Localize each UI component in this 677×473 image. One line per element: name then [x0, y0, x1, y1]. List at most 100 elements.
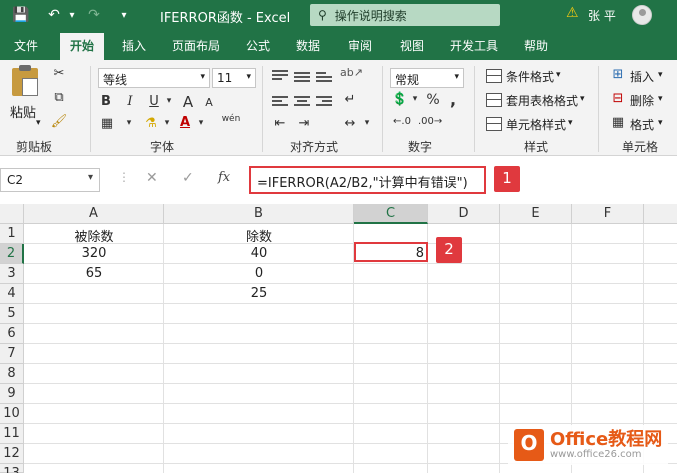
- orientation-icon[interactable]: ab↗: [340, 66, 363, 79]
- shrink-font-button[interactable]: A: [202, 96, 216, 109]
- column-header-b[interactable]: B: [164, 204, 354, 224]
- align-left-icon[interactable]: [272, 96, 288, 110]
- user-name[interactable]: 张 平: [588, 7, 616, 24]
- number-format-select[interactable]: 常规 ▾: [390, 68, 464, 88]
- comma-style-button[interactable]: ,: [446, 90, 460, 109]
- name-box-dropdown-icon[interactable]: ▾: [88, 172, 93, 183]
- accounting-format-icon[interactable]: 💲: [390, 92, 410, 107]
- paste-dropdown-icon[interactable]: ▾: [36, 118, 41, 128]
- row-header[interactable]: 12: [0, 444, 24, 464]
- row-header[interactable]: 9: [0, 384, 24, 404]
- font-size-select[interactable]: 11 ▾: [212, 68, 256, 88]
- chevron-down-icon[interactable]: ▾: [658, 118, 663, 128]
- column-header-c[interactable]: C: [354, 204, 428, 224]
- font-color-button[interactable]: A: [176, 115, 194, 130]
- increase-decimal-icon[interactable]: ←.0: [390, 116, 414, 127]
- tab-insert[interactable]: 插入: [122, 37, 146, 54]
- borders-dropdown-icon[interactable]: ▾: [124, 118, 134, 128]
- cell-b1[interactable]: 除数: [164, 224, 354, 245]
- cell-styles-button[interactable]: 单元格样式: [506, 116, 566, 133]
- tab-file[interactable]: 文件: [14, 37, 38, 54]
- save-icon[interactable]: 💾: [12, 6, 30, 24]
- tab-page-layout[interactable]: 页面布局: [172, 37, 220, 54]
- row-header[interactable]: 1: [0, 224, 24, 244]
- underline-dropdown-icon[interactable]: ▾: [164, 96, 174, 106]
- formula-input[interactable]: =IFERROR(A2/B2,"计算中有错误"): [249, 166, 486, 194]
- insert-function-button[interactable]: fx: [218, 170, 230, 185]
- insert-cells-button[interactable]: 插入: [630, 68, 654, 85]
- customize-toolbar-icon[interactable]: ▾: [118, 6, 130, 24]
- tab-data[interactable]: 数据: [296, 37, 320, 54]
- wrap-text-icon[interactable]: ↵: [340, 92, 360, 107]
- underline-button[interactable]: U: [146, 94, 162, 109]
- tab-developer[interactable]: 开发工具: [450, 37, 498, 54]
- tab-view[interactable]: 视图: [400, 37, 424, 54]
- column-header-e[interactable]: E: [500, 204, 572, 224]
- paste-button[interactable]: 粘贴: [10, 102, 36, 121]
- chevron-down-icon[interactable]: ▾: [568, 118, 573, 128]
- cell-a2[interactable]: 320: [24, 244, 164, 264]
- chevron-down-icon[interactable]: ▾: [556, 70, 561, 80]
- row-header[interactable]: 6: [0, 324, 24, 344]
- cell-a3[interactable]: 65: [24, 264, 164, 284]
- decrease-decimal-icon[interactable]: .00→: [418, 116, 442, 127]
- format-cells-button[interactable]: 格式: [630, 116, 654, 133]
- tell-me-search[interactable]: ⚲ 操作说明搜索: [310, 4, 500, 26]
- warning-icon[interactable]: ⚠: [566, 5, 579, 21]
- row-header[interactable]: 7: [0, 344, 24, 364]
- align-right-icon[interactable]: [316, 96, 332, 110]
- decrease-indent-icon[interactable]: ⇤: [270, 116, 290, 131]
- column-header-a[interactable]: A: [24, 204, 164, 224]
- copy-icon[interactable]: ⧉: [50, 90, 68, 105]
- cut-icon[interactable]: ✂: [50, 66, 68, 81]
- cell-b3[interactable]: 0: [164, 264, 354, 284]
- column-header-f[interactable]: F: [572, 204, 644, 224]
- format-painter-icon[interactable]: 🖌: [50, 114, 68, 129]
- name-box[interactable]: C2: [0, 168, 100, 192]
- cell-a1[interactable]: 被除数: [24, 224, 164, 245]
- chevron-down-icon[interactable]: ▾: [580, 94, 585, 104]
- tab-home[interactable]: 开始: [60, 33, 105, 60]
- row-header[interactable]: 5: [0, 304, 24, 324]
- fill-color-dropdown-icon[interactable]: ▾: [162, 118, 172, 128]
- tab-help[interactable]: 帮助: [524, 37, 548, 54]
- italic-button[interactable]: I: [122, 94, 138, 109]
- merge-dropdown-icon[interactable]: ▾: [362, 118, 372, 128]
- row-header[interactable]: 3: [0, 264, 24, 284]
- align-center-icon[interactable]: [294, 96, 310, 110]
- conditional-format-button[interactable]: 条件格式: [506, 68, 554, 85]
- top-align-icon[interactable]: [272, 70, 288, 84]
- accounting-dropdown-icon[interactable]: ▾: [410, 94, 420, 104]
- format-as-table-button[interactable]: 套用表格格式: [506, 92, 578, 109]
- bottom-align-icon[interactable]: [316, 72, 332, 86]
- cell-b4[interactable]: 25: [164, 284, 354, 304]
- paste-icon[interactable]: [12, 65, 38, 96]
- redo-icon[interactable]: ↷: [84, 6, 104, 24]
- percent-style-button[interactable]: %: [424, 92, 442, 108]
- merge-center-icon[interactable]: ↔: [340, 116, 360, 131]
- cancel-formula-button[interactable]: ✕: [146, 170, 158, 186]
- row-header[interactable]: 4: [0, 284, 24, 304]
- undo-dropdown-icon[interactable]: ▾: [66, 6, 78, 24]
- tab-review[interactable]: 审阅: [348, 37, 372, 54]
- cell-b2[interactable]: 40: [164, 244, 354, 264]
- delete-cells-button[interactable]: 删除: [630, 92, 654, 109]
- row-header[interactable]: 2: [0, 244, 24, 264]
- phonetic-guide-button[interactable]: wén: [218, 114, 244, 124]
- avatar[interactable]: [632, 5, 652, 25]
- bold-button[interactable]: B: [98, 94, 114, 109]
- tab-formulas[interactable]: 公式: [246, 37, 270, 54]
- fill-color-icon[interactable]: ⚗: [142, 116, 160, 131]
- column-header-g[interactable]: [644, 204, 677, 224]
- enter-formula-button[interactable]: ✓: [182, 170, 194, 186]
- row-header[interactable]: 10: [0, 404, 24, 424]
- grow-font-button[interactable]: A: [180, 93, 196, 111]
- column-header-d[interactable]: D: [428, 204, 500, 224]
- increase-indent-icon[interactable]: ⇥: [294, 116, 314, 131]
- row-header[interactable]: 8: [0, 364, 24, 384]
- font-color-dropdown-icon[interactable]: ▾: [196, 118, 206, 128]
- borders-icon[interactable]: ▦: [98, 116, 116, 131]
- row-header[interactable]: 13: [0, 464, 24, 473]
- row-header[interactable]: 11: [0, 424, 24, 444]
- select-all-button[interactable]: [0, 204, 24, 224]
